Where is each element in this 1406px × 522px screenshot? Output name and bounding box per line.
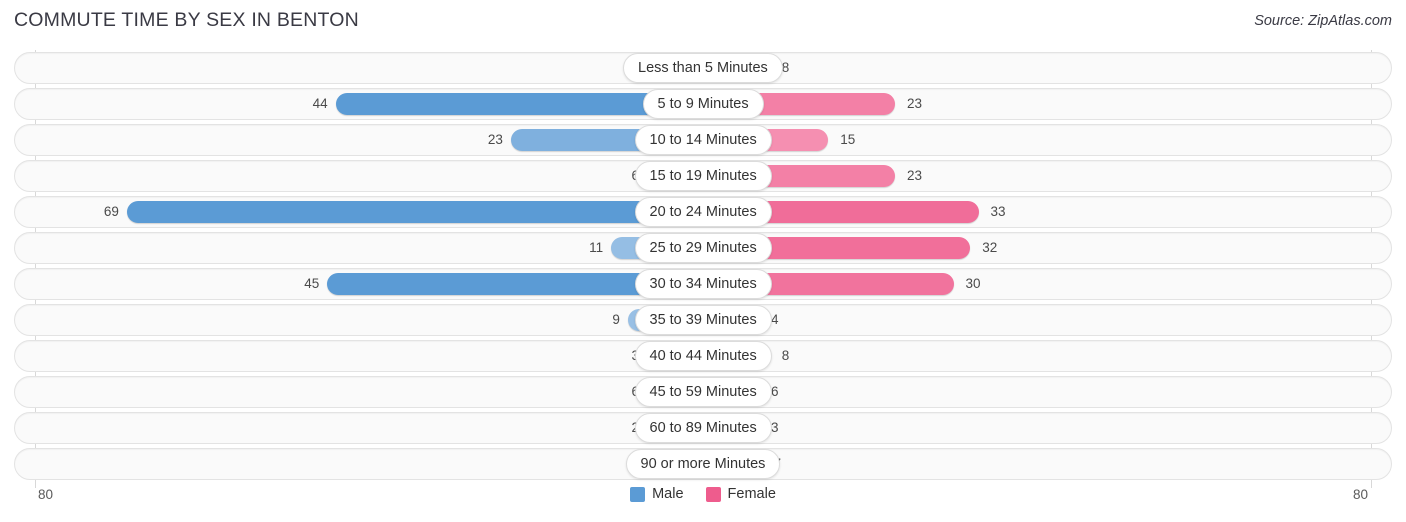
category-label: 60 to 89 Minutes <box>649 420 757 436</box>
category-label-pill: 30 to 34 Minutes <box>634 269 772 299</box>
category-label: 15 to 19 Minutes <box>649 168 757 184</box>
bar-row: 44 23 5 to 9 Minutes <box>0 86 1406 122</box>
category-label-pill: 10 to 14 Minutes <box>634 125 772 155</box>
chart-legend: Male Female <box>0 486 1406 502</box>
bar-value-female: 33 <box>990 204 1006 219</box>
bar-value-female: 23 <box>907 168 923 183</box>
category-label-pill: 5 to 9 Minutes <box>642 89 764 119</box>
bar-value-female: 8 <box>781 60 790 75</box>
bar-rows: 6 8 Less than 5 Minutes 44 23 5 to 9 Minutes 2… <box>0 50 1406 482</box>
bar-row: 45 30 30 to 34 Minutes <box>0 266 1406 302</box>
legend-label: Male <box>652 486 684 502</box>
legend-swatch-icon <box>630 486 646 502</box>
chart-header: COMMUTE TIME BY SEX IN BENTON Source: Zi… <box>0 0 1406 42</box>
plot-area: 6 8 Less than 5 Minutes 44 23 5 to 9 Minutes 2… <box>0 50 1406 488</box>
bar-value-female: 32 <box>982 240 998 255</box>
bar-value-female: 15 <box>840 132 856 147</box>
category-label: 40 to 44 Minutes <box>649 348 757 364</box>
bar-row: 68Less than 5 Minutes <box>0 50 1406 86</box>
category-label-pill: 60 to 89 Minutes <box>634 413 772 443</box>
bar-row: 9 4 35 to 39 Minutes <box>0 302 1406 338</box>
bar-row: 3840 to 44 Minutes <box>0 338 1406 374</box>
legend-item-male[interactable]: Male <box>630 486 684 502</box>
category-label: 35 to 39 Minutes <box>649 312 757 328</box>
source-attribution: Source: ZipAtlas.com <box>1254 13 1392 29</box>
category-label-pill: 20 to 24 Minutes <box>634 197 772 227</box>
legend-item-female[interactable]: Female <box>705 486 776 502</box>
category-label: 20 to 24 Minutes <box>649 204 757 220</box>
bar-value-female: 30 <box>965 276 981 291</box>
category-label-pill: 35 to 39 Minutes <box>634 305 772 335</box>
bar-value-male: 23 <box>487 132 503 147</box>
bar-row: 62315 to 19 Minutes <box>0 158 1406 194</box>
page-title: COMMUTE TIME BY SEX IN BENTON <box>14 9 359 31</box>
bar-row: 6645 to 59 Minutes <box>0 374 1406 410</box>
bar-value-female: 3 <box>771 420 779 435</box>
category-label-pill: 25 to 29 Minutes <box>634 233 772 263</box>
bar-row: 2360 to 89 Minutes <box>0 410 1406 446</box>
bar-row: 11 32 25 to 29 Minutes <box>0 230 1406 266</box>
category-label-pill: 40 to 44 Minutes <box>634 341 772 371</box>
bar-value-female: 6 <box>771 384 779 399</box>
category-label: 25 to 29 Minutes <box>649 240 757 256</box>
bar-value-male: 11 <box>589 240 604 255</box>
category-label: 10 to 14 Minutes <box>649 132 757 148</box>
bar-row: 23 15 10 to 14 Minutes <box>0 122 1406 158</box>
bar-value-female: 8 <box>781 348 790 363</box>
bar-value-male: 45 <box>304 276 320 291</box>
bar-value-male: 69 <box>103 204 119 219</box>
legend-swatch-icon <box>705 486 721 502</box>
category-label-pill: 45 to 59 Minutes <box>634 377 772 407</box>
chart-root: COMMUTE TIME BY SEX IN BENTON Source: Zi… <box>0 0 1406 522</box>
category-label-pill: 90 or more Minutes <box>625 449 781 479</box>
category-label: 30 to 34 Minutes <box>649 276 757 292</box>
bar-value-male: 9 <box>612 312 620 327</box>
legend-label: Female <box>727 486 776 502</box>
category-label: Less than 5 Minutes <box>638 60 768 76</box>
category-label-pill: 15 to 19 Minutes <box>634 161 772 191</box>
bar-male[interactable] <box>126 201 711 223</box>
category-label-pill: Less than 5 Minutes <box>623 53 783 83</box>
bar-row: 69 33 20 to 24 Minutes <box>0 194 1406 230</box>
bar-value-female: 4 <box>771 312 779 327</box>
bar-row: 3790 or more Minutes <box>0 446 1406 482</box>
category-label: 90 or more Minutes <box>640 456 766 472</box>
category-label: 5 to 9 Minutes <box>657 96 749 112</box>
bar-value-female: 23 <box>907 96 923 111</box>
category-label: 45 to 59 Minutes <box>649 384 757 400</box>
bar-value-male: 44 <box>312 96 328 111</box>
